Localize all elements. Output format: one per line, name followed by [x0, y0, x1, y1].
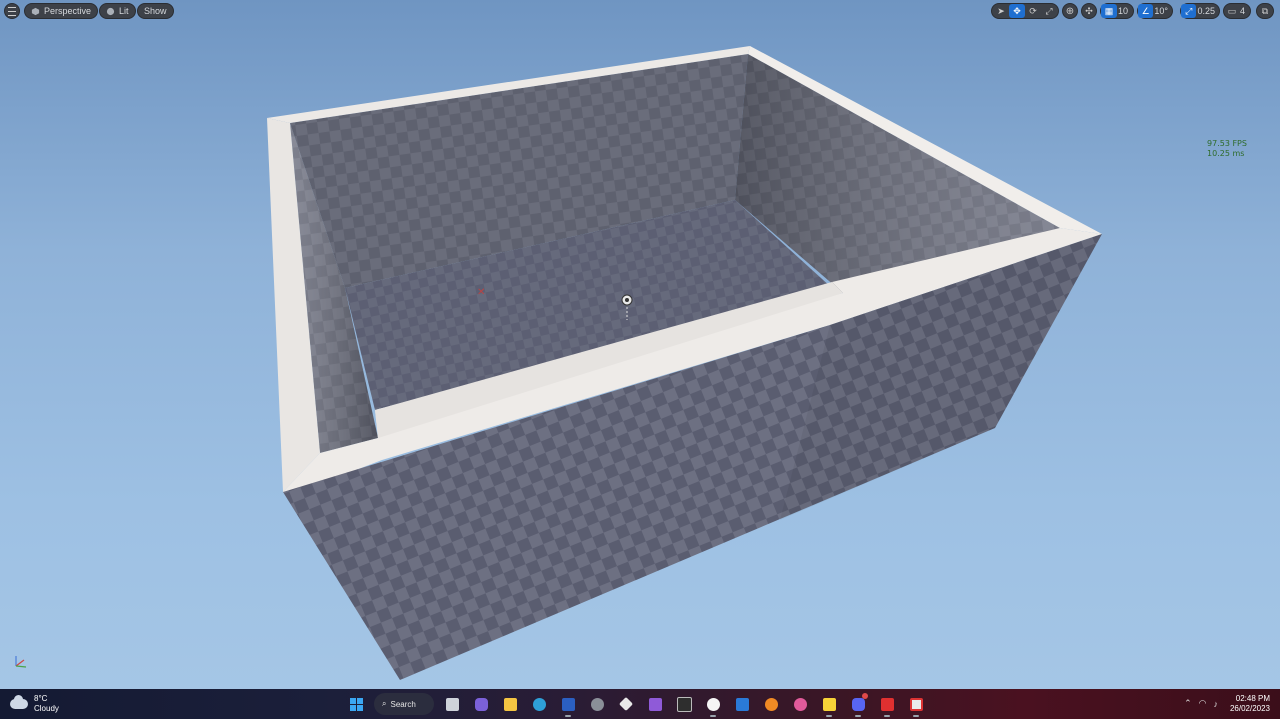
select-tool-button[interactable]: ➤	[993, 4, 1009, 18]
sticky-notes-button[interactable]	[818, 693, 840, 717]
scale-snap-button[interactable]: ⤢ 0.25	[1180, 3, 1220, 19]
app-button-3[interactable]	[789, 693, 811, 715]
cloud-icon	[10, 695, 28, 709]
gear-app-icon	[590, 697, 604, 711]
discord-button[interactable]	[847, 693, 869, 717]
grid-snap-value: 10	[1118, 6, 1129, 16]
clock-date: 26/02/2023	[1229, 704, 1270, 713]
grid-snap-button[interactable]: ▦ 10	[1100, 3, 1134, 19]
grid-icon: ▦	[1101, 4, 1117, 18]
lightning-icon	[880, 697, 894, 711]
scale-snap-value: 0.25	[1197, 6, 1215, 16]
visual-studio-icon	[648, 697, 662, 711]
search-icon: ⌕	[382, 699, 387, 708]
app-button-2[interactable]	[731, 693, 753, 715]
bitwarden-icon	[735, 697, 749, 711]
word-button[interactable]	[557, 693, 579, 717]
camera-icon: ▭	[1227, 5, 1237, 16]
chat-button[interactable]	[470, 693, 492, 715]
word-icon	[561, 697, 575, 711]
sphere-icon	[106, 7, 115, 15]
show-label: Show	[144, 6, 167, 16]
app-button-1[interactable]	[586, 693, 608, 715]
light-marker-icon: ✕	[477, 287, 485, 298]
notification-badge	[862, 693, 868, 699]
chat-icon	[474, 697, 488, 711]
system-tray: ⌃ ◠ ♪	[1184, 698, 1218, 709]
snipping-tool-icon	[909, 697, 923, 711]
camera-speed-value: 4	[1240, 6, 1246, 16]
visual-studio-button[interactable]	[644, 693, 666, 715]
rotate-icon: ⟳	[1029, 5, 1037, 16]
weather-widget[interactable]: 8°C Cloudy	[10, 694, 59, 714]
surface-snap-button[interactable]: ✣	[1081, 3, 1097, 19]
clock[interactable]: 02:48 PM 26/02/2023	[1230, 694, 1270, 714]
unity-icon	[618, 696, 634, 712]
discord-icon	[851, 697, 865, 711]
transform-tools: ➤ ✥ ⟳ ⤢	[991, 3, 1059, 19]
paint-icon	[793, 697, 807, 711]
unreal-engine-button[interactable]	[702, 693, 724, 717]
scale-tool-button[interactable]: ⤢	[1041, 4, 1057, 18]
viewport-scene[interactable]: ✕	[0, 0, 1280, 689]
viewport-menu-button[interactable]	[4, 3, 20, 19]
blender-button[interactable]	[760, 693, 782, 715]
lit-label: Lit	[119, 6, 129, 16]
taskbar-search[interactable]: ⌕ Search	[374, 693, 434, 715]
axis-gizmo	[15, 656, 27, 668]
maximize-icon: ⧉	[1261, 5, 1269, 16]
blender-icon	[764, 697, 778, 711]
cube-icon	[31, 7, 40, 15]
rotation-snap-button[interactable]: ∠ 10°	[1137, 3, 1173, 19]
task-view-icon	[445, 697, 459, 711]
move-icon: ✥	[1013, 5, 1021, 16]
snipping-tool-button[interactable]	[905, 693, 927, 717]
app-button-4[interactable]	[876, 693, 898, 717]
fps-stats: 97.53 FPS 10.25 ms	[1207, 139, 1247, 159]
folder-icon	[503, 697, 517, 711]
wifi-icon[interactable]: ◠	[1199, 698, 1207, 709]
windows-icon	[349, 697, 363, 711]
rotation-snap-value: 10°	[1154, 6, 1168, 16]
taskbar: 8°C Cloudy ⌕ Search ⌃ ◠ ♪ 02:48 PM 26/02…	[0, 689, 1280, 719]
volume-icon[interactable]: ♪	[1214, 699, 1219, 709]
unreal-engine-icon	[706, 697, 720, 711]
epic-games-icon	[676, 696, 692, 712]
frame-time-value: 10.25 ms	[1207, 149, 1245, 158]
edge-icon	[532, 697, 546, 711]
globe-icon: ⊕	[1065, 5, 1075, 17]
start-button[interactable]	[345, 693, 367, 715]
perspective-button[interactable]: Perspective	[24, 3, 99, 19]
translate-tool-button[interactable]: ✥	[1009, 4, 1025, 18]
rotate-tool-button[interactable]: ⟳	[1025, 4, 1041, 18]
viewport-toolbar: Perspective Lit Show ➤ ✥ ⟳ ⤢ ⊕ ✣ ▦ 10 ∠ …	[0, 0, 1280, 22]
hamburger-icon	[8, 6, 16, 16]
epic-games-button[interactable]	[673, 693, 695, 715]
unity-button[interactable]	[615, 693, 637, 715]
maximize-viewport-button[interactable]: ⧉	[1256, 3, 1274, 19]
taskbar-apps: ⌕ Search	[345, 693, 927, 717]
fps-value: 97.53 FPS	[1207, 139, 1247, 148]
scale-arrow-icon: ⤢	[1181, 4, 1197, 18]
surface-snap-icon: ✣	[1085, 5, 1093, 16]
task-view-button[interactable]	[441, 693, 463, 715]
file-explorer-button[interactable]	[499, 693, 521, 715]
scale-icon: ⤢	[1045, 5, 1053, 16]
weather-temp: 8°C	[34, 694, 48, 703]
lit-button[interactable]: Lit	[99, 3, 136, 19]
sticky-notes-icon	[822, 697, 836, 711]
camera-speed-button[interactable]: ▭ 4	[1223, 3, 1251, 19]
chevron-up-icon[interactable]: ⌃	[1184, 698, 1192, 709]
cursor-icon: ➤	[997, 5, 1005, 16]
show-button[interactable]: Show	[137, 3, 174, 19]
search-label: Search	[390, 699, 416, 709]
perspective-label: Perspective	[44, 6, 92, 16]
edge-button[interactable]	[528, 693, 550, 715]
world-space-button[interactable]: ⊕	[1062, 3, 1078, 19]
clock-time: 02:48 PM	[1235, 694, 1270, 703]
angle-icon: ∠	[1138, 4, 1154, 18]
weather-desc: Cloudy	[34, 704, 59, 713]
